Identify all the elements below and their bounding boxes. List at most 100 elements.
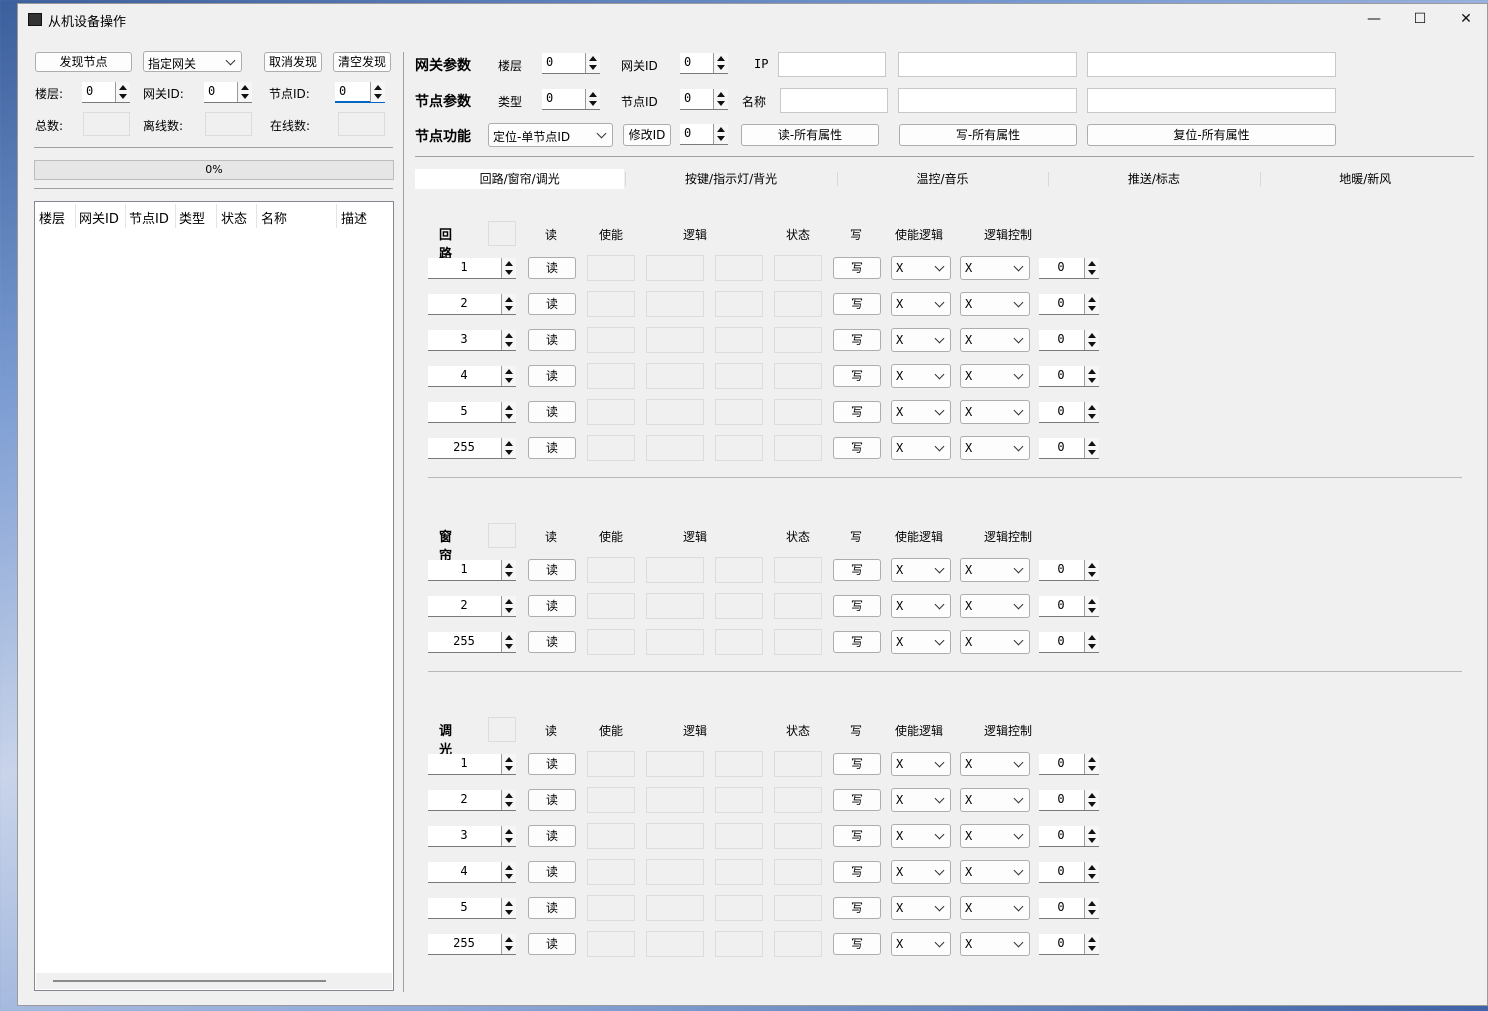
value-spinner[interactable]: 0 <box>1039 294 1099 315</box>
enable-logic-select[interactable]: X <box>891 932 951 956</box>
spinner-arrows-icon[interactable] <box>1084 402 1099 422</box>
write-button[interactable]: 写 <box>833 329 881 351</box>
read-button[interactable]: 读 <box>528 933 576 955</box>
channel-spinner[interactable]: 4 <box>428 366 516 387</box>
spinner-arrows-icon[interactable] <box>501 438 516 458</box>
channel-spinner[interactable]: 1 <box>428 754 516 775</box>
read-button[interactable]: 读 <box>528 437 576 459</box>
enable-logic-select[interactable]: X <box>891 436 951 460</box>
spinner-arrows-icon[interactable] <box>501 862 516 882</box>
logic-control-select[interactable]: X <box>960 594 1030 618</box>
write-button[interactable]: 写 <box>833 789 881 811</box>
enable-logic-select[interactable]: X <box>891 788 951 812</box>
spinner-arrows-icon[interactable] <box>501 402 516 422</box>
enable-logic-select[interactable]: X <box>891 630 951 654</box>
enable-logic-select[interactable]: X <box>891 860 951 884</box>
read-button[interactable]: 读 <box>528 365 576 387</box>
enable-logic-select[interactable]: X <box>891 752 951 776</box>
spinner-arrows-icon[interactable] <box>1084 366 1099 386</box>
channel-spinner[interactable]: 255 <box>428 438 516 459</box>
value-spinner[interactable]: 0 <box>1039 790 1099 811</box>
channel-spinner[interactable]: 4 <box>428 862 516 883</box>
write-button[interactable]: 写 <box>833 401 881 423</box>
channel-spinner[interactable]: 2 <box>428 294 516 315</box>
value-spinner[interactable]: 0 <box>1039 826 1099 847</box>
logic-control-select[interactable]: X <box>960 896 1030 920</box>
write-button[interactable]: 写 <box>833 437 881 459</box>
value-spinner[interactable]: 0 <box>1039 898 1099 919</box>
logic-control-select[interactable]: X <box>960 292 1030 316</box>
channel-spinner[interactable]: 5 <box>428 898 516 919</box>
spinner-arrows-icon[interactable] <box>1084 258 1099 278</box>
spinner-arrows-icon[interactable] <box>1084 294 1099 314</box>
write-button[interactable]: 写 <box>833 631 881 653</box>
read-button[interactable]: 读 <box>528 825 576 847</box>
spinner-arrows-icon[interactable] <box>1084 790 1099 810</box>
write-button[interactable]: 写 <box>833 559 881 581</box>
logic-control-select[interactable]: X <box>960 328 1030 352</box>
read-button[interactable]: 读 <box>528 789 576 811</box>
enable-logic-select[interactable]: X <box>891 824 951 848</box>
spinner-arrows-icon[interactable] <box>501 294 516 314</box>
logic-control-select[interactable]: X <box>960 788 1030 812</box>
logic-control-select[interactable]: X <box>960 824 1030 848</box>
read-button[interactable]: 读 <box>528 631 576 653</box>
read-button[interactable]: 读 <box>528 897 576 919</box>
value-spinner[interactable]: 0 <box>1039 862 1099 883</box>
spinner-arrows-icon[interactable] <box>1084 596 1099 616</box>
spinner-arrows-icon[interactable] <box>1084 826 1099 846</box>
read-button[interactable]: 读 <box>528 257 576 279</box>
write-button[interactable]: 写 <box>833 861 881 883</box>
value-spinner[interactable]: 0 <box>1039 754 1099 775</box>
write-button[interactable]: 写 <box>833 933 881 955</box>
channel-spinner[interactable]: 2 <box>428 790 516 811</box>
enable-logic-select[interactable]: X <box>891 400 951 424</box>
spinner-arrows-icon[interactable] <box>1084 632 1099 652</box>
read-button[interactable]: 读 <box>528 401 576 423</box>
spinner-arrows-icon[interactable] <box>1084 898 1099 918</box>
enable-logic-select[interactable]: X <box>891 292 951 316</box>
logic-control-select[interactable]: X <box>960 558 1030 582</box>
spinner-arrows-icon[interactable] <box>501 596 516 616</box>
enable-logic-select[interactable]: X <box>891 256 951 280</box>
enable-logic-select[interactable]: X <box>891 328 951 352</box>
value-spinner[interactable]: 0 <box>1039 402 1099 423</box>
read-button[interactable]: 读 <box>528 753 576 775</box>
value-spinner[interactable]: 0 <box>1039 632 1099 653</box>
value-spinner[interactable]: 0 <box>1039 934 1099 955</box>
value-spinner[interactable]: 0 <box>1039 438 1099 459</box>
channel-spinner[interactable]: 3 <box>428 826 516 847</box>
value-spinner[interactable]: 0 <box>1039 258 1099 279</box>
enable-logic-select[interactable]: X <box>891 594 951 618</box>
channel-spinner[interactable]: 255 <box>428 934 516 955</box>
spinner-arrows-icon[interactable] <box>1084 754 1099 774</box>
write-button[interactable]: 写 <box>833 293 881 315</box>
value-spinner[interactable]: 0 <box>1039 366 1099 387</box>
spinner-arrows-icon[interactable] <box>1084 438 1099 458</box>
value-spinner[interactable]: 0 <box>1039 560 1099 581</box>
spinner-arrows-icon[interactable] <box>1084 330 1099 350</box>
read-button[interactable]: 读 <box>528 293 576 315</box>
read-button[interactable]: 读 <box>528 559 576 581</box>
spinner-arrows-icon[interactable] <box>501 754 516 774</box>
spinner-arrows-icon[interactable] <box>501 790 516 810</box>
channel-spinner[interactable]: 3 <box>428 330 516 351</box>
read-button[interactable]: 读 <box>528 861 576 883</box>
spinner-arrows-icon[interactable] <box>1084 862 1099 882</box>
logic-control-select[interactable]: X <box>960 256 1030 280</box>
write-button[interactable]: 写 <box>833 825 881 847</box>
channel-spinner[interactable]: 2 <box>428 596 516 617</box>
write-button[interactable]: 写 <box>833 595 881 617</box>
spinner-arrows-icon[interactable] <box>501 258 516 278</box>
channel-spinner[interactable]: 1 <box>428 258 516 279</box>
write-button[interactable]: 写 <box>833 753 881 775</box>
channel-spinner[interactable]: 255 <box>428 632 516 653</box>
spinner-arrows-icon[interactable] <box>1084 560 1099 580</box>
logic-control-select[interactable]: X <box>960 400 1030 424</box>
enable-logic-select[interactable]: X <box>891 896 951 920</box>
read-button[interactable]: 读 <box>528 329 576 351</box>
spinner-arrows-icon[interactable] <box>501 366 516 386</box>
spinner-arrows-icon[interactable] <box>501 330 516 350</box>
channel-spinner[interactable]: 1 <box>428 560 516 581</box>
write-button[interactable]: 写 <box>833 897 881 919</box>
